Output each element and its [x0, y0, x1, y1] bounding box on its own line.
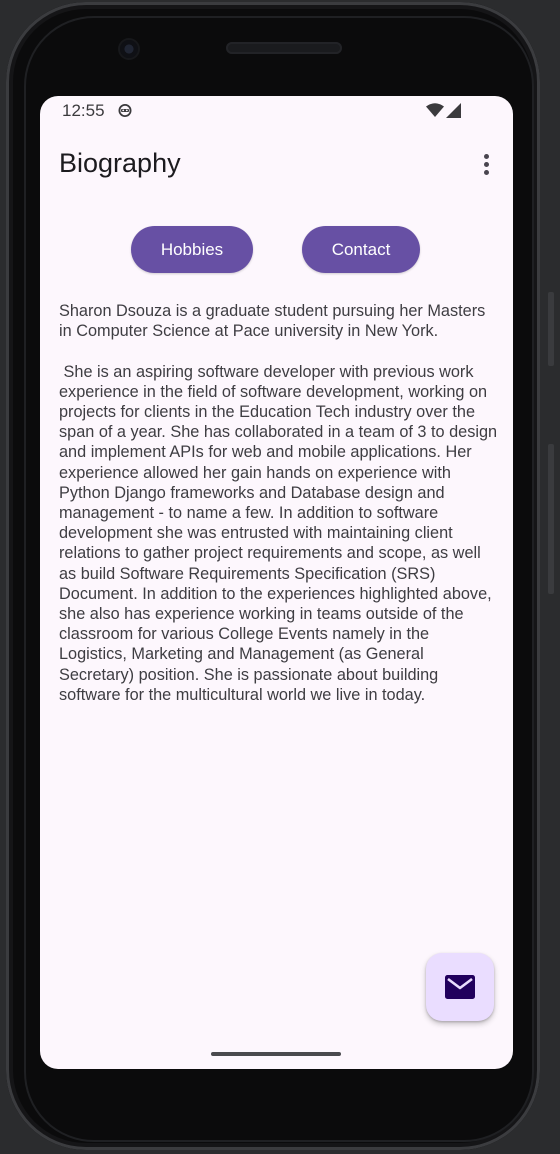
- volume-rocker[interactable]: [548, 444, 554, 594]
- more-vert-icon-dot: [483, 161, 489, 167]
- android-robot-icon: [118, 104, 132, 117]
- email-fab[interactable]: [426, 953, 494, 1021]
- contact-button[interactable]: Contact: [302, 226, 420, 273]
- top-app-bar: Biography: [40, 134, 513, 194]
- cell-signal-icon: [446, 103, 461, 118]
- biography-text: Sharon Dsouza is a graduate student purs…: [59, 301, 499, 705]
- bio-paragraph-experience: She is an aspiring software developer wi…: [59, 362, 502, 704]
- power-button[interactable]: [548, 292, 554, 366]
- earpiece-speaker: [226, 42, 342, 54]
- more-vert-icon: [483, 153, 489, 159]
- more-vert-icon-dot: [483, 169, 489, 175]
- email-icon: [445, 975, 475, 999]
- wifi-icon: [426, 103, 444, 117]
- gesture-home-bar[interactable]: [211, 1052, 341, 1056]
- hobbies-button[interactable]: Hobbies: [131, 226, 253, 273]
- more-options-button[interactable]: [472, 150, 500, 178]
- front-camera: [120, 40, 138, 58]
- status-bar: 12:55: [40, 96, 513, 126]
- page-title: Biography: [59, 148, 181, 178]
- bio-paragraph-intro: Sharon Dsouza is a graduate student purs…: [59, 302, 486, 341]
- status-time: 12:55: [62, 101, 105, 120]
- app-screen: 12:55 Biography Hobbies Contact Sharon D…: [40, 96, 513, 1069]
